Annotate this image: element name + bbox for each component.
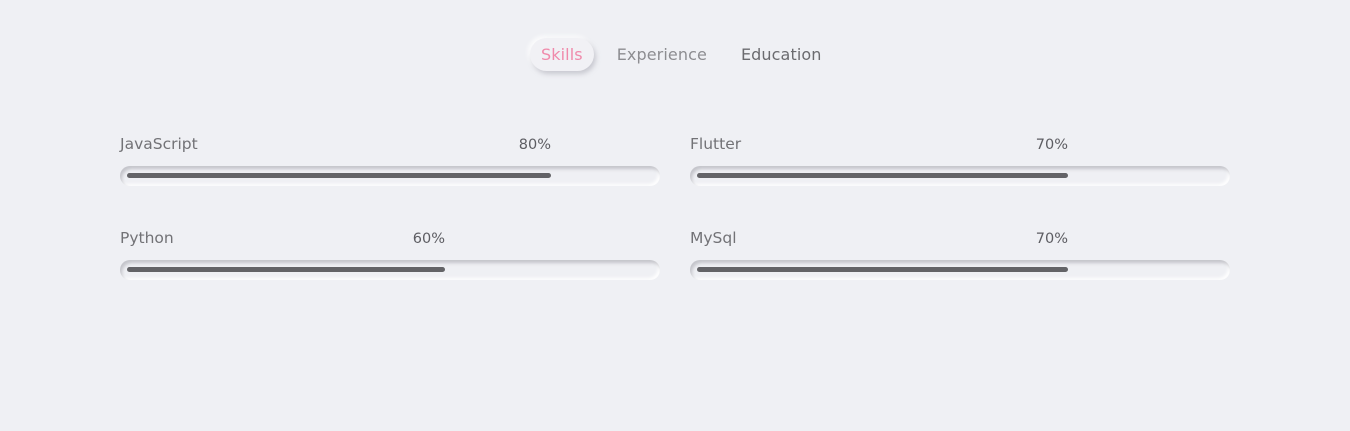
progress-fill — [127, 267, 445, 272]
skill-name: Flutter — [690, 135, 742, 153]
skill-flutter: Flutter 70% — [690, 135, 1230, 195]
progress-fill — [697, 267, 1068, 272]
tab-education[interactable]: Education — [730, 38, 833, 71]
progress-track — [120, 166, 660, 186]
skill-percent: 80% — [518, 137, 551, 153]
skill-name: Python — [120, 229, 174, 247]
skill-percent: 70% — [1035, 137, 1068, 153]
skill-javascript: JavaScript 80% — [120, 135, 660, 195]
skill-mysql: MySql 70% — [690, 229, 1230, 289]
skill-name: MySql — [690, 229, 737, 247]
progress-fill — [697, 173, 1068, 178]
tab-experience[interactable]: Experience — [606, 38, 718, 71]
progress-track — [690, 260, 1230, 280]
tab-bar: Skills Experience Education — [530, 38, 833, 71]
progress-track — [690, 166, 1230, 186]
skill-percent: 60% — [412, 231, 445, 247]
progress-track — [120, 260, 660, 280]
progress-fill — [127, 173, 551, 178]
skill-name: JavaScript — [120, 135, 198, 153]
tab-skills[interactable]: Skills — [530, 38, 594, 71]
skill-python: Python 60% — [120, 229, 660, 289]
skill-percent: 70% — [1035, 231, 1068, 247]
